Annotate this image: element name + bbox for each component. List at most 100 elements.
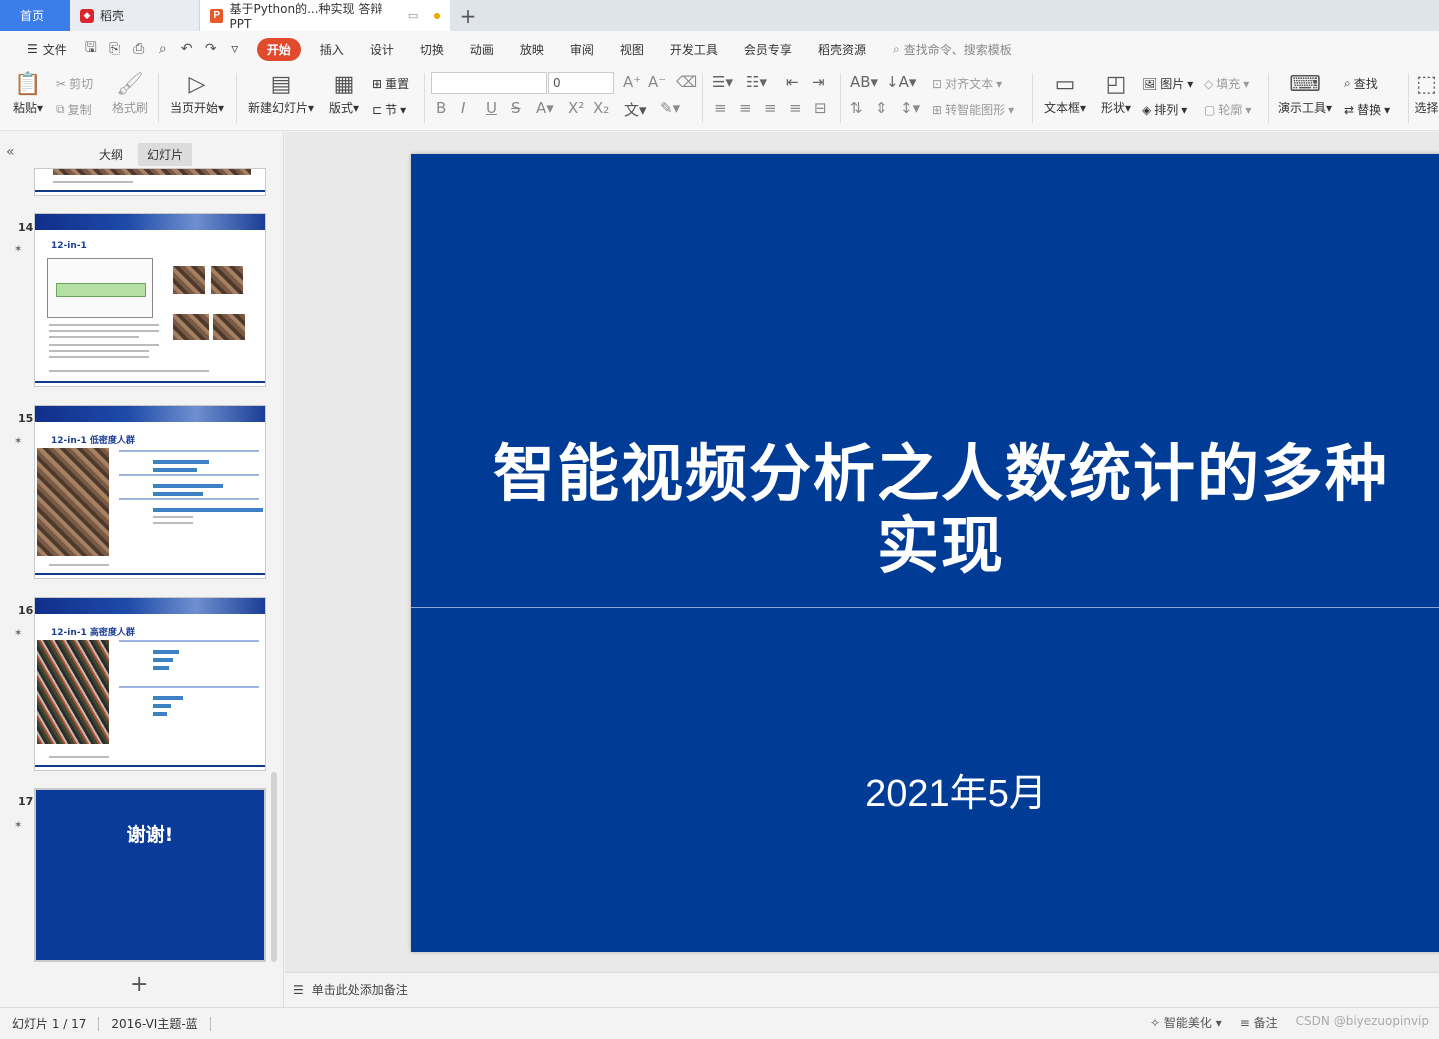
monitor-icon[interactable]: ▭ <box>408 9 418 22</box>
font-grow-icon[interactable]: A⁺ <box>623 73 641 91</box>
spacing-menu-icon[interactable]: ↕▾ <box>900 99 920 117</box>
slide-date[interactable]: 2021年5月 <box>761 762 1151 817</box>
thumb-footer-line <box>35 765 265 767</box>
copy-button[interactable]: ⧉ 复制 <box>56 101 92 118</box>
smart-beautify-button[interactable]: ✧ 智能美化 ▾ <box>1150 1014 1222 1031</box>
outline-button[interactable]: ▢ 轮廓 ▾ <box>1204 101 1251 118</box>
slide-panel: « 大纲 幻灯片 14 ✶ 12-in-1 15 ✶ 12-in-1 低密度人群 <box>0 132 284 1007</box>
menu-member[interactable]: 会员专享 <box>731 41 805 58</box>
line-spacing-icon[interactable]: ⇅ <box>850 99 863 117</box>
numbered-list-icon[interactable]: ☷▾ <box>746 73 767 91</box>
export-icon[interactable]: ⎘ <box>103 41 127 57</box>
theme-name[interactable]: 2016-VI主题-蓝 <box>99 1015 209 1032</box>
bullet-list-icon[interactable]: ☰▾ <box>712 73 733 91</box>
menu-animation[interactable]: 动画 <box>457 41 507 58</box>
align-left-icon[interactable]: ≡ <box>714 99 727 117</box>
arrange-button[interactable]: ◈ 排列 ▾ <box>1142 101 1187 118</box>
select-button[interactable]: ⬚ 选择 <box>1414 67 1439 116</box>
increase-indent-icon[interactable]: ⇥ <box>812 73 825 91</box>
tab-outline[interactable]: 大纲 <box>90 143 132 166</box>
command-search[interactable]: ⌕ 查找命令、搜索模板 <box>879 41 1012 58</box>
new-tab-button[interactable]: + <box>450 0 486 31</box>
tab-daoke[interactable]: ◆ 稻壳 <box>70 0 200 31</box>
thumb-text <box>49 330 159 332</box>
slide-thumbnail-16[interactable]: 12-in-1 高密度人群 <box>34 597 266 771</box>
slide-thumbnail-17[interactable]: 谢谢! <box>34 788 266 962</box>
slide-title[interactable]: 智能视频分析之人数统计的多种实现 <box>491 438 1391 582</box>
distribute-icon[interactable]: ⊟ <box>814 99 827 117</box>
layout-button[interactable]: ▦ 版式▾ <box>324 67 364 116</box>
justify-icon[interactable]: ≡ <box>789 99 802 117</box>
print-icon[interactable]: ⎙ <box>127 41 151 57</box>
format-painter-button[interactable]: 🖌 格式刷 <box>108 67 152 116</box>
menu-developer[interactable]: 开发工具 <box>657 41 731 58</box>
align-right-icon[interactable]: ≡ <box>764 99 777 117</box>
align-center-icon[interactable]: ≡ <box>739 99 752 117</box>
section-button[interactable]: ⊏ 节 ▾ <box>372 101 406 118</box>
menu-review[interactable]: 审阅 <box>557 41 607 58</box>
slide-thumbnail-13[interactable] <box>34 168 266 196</box>
decrease-indent-icon[interactable]: ⇤ <box>786 73 799 91</box>
picture-button[interactable]: 🖼 图片 ▾ <box>1142 75 1193 92</box>
play-from-current-button[interactable]: ▷ 当页开始▾ <box>166 67 228 116</box>
bold-icon[interactable]: B <box>436 99 446 117</box>
notes-toggle-icon: ≡ <box>1239 1016 1250 1030</box>
collapse-panel-icon[interactable]: « <box>6 144 15 160</box>
menu-daoke-resources[interactable]: 稻壳资源 <box>805 41 879 58</box>
text-direction-icon[interactable]: ↓A▾ <box>886 73 916 91</box>
menu-file[interactable]: ☰ 文件 <box>14 41 79 58</box>
clear-format-icon[interactable]: ⌫ <box>676 73 697 91</box>
italic-icon[interactable]: I <box>461 99 465 117</box>
redo-icon[interactable]: ↷ <box>199 41 223 57</box>
menu-transition[interactable]: 切换 <box>407 41 457 58</box>
paragraph-spacing-icon[interactable]: ⇕ <box>875 99 888 117</box>
clipboard-icon: 📋 <box>14 72 42 97</box>
strikethrough-icon[interactable]: S <box>511 99 521 117</box>
add-slide-button[interactable]: + <box>130 972 148 997</box>
slide-thumbnail-15[interactable]: 12-in-1 低密度人群 <box>34 405 266 579</box>
tab-home[interactable]: 首页 <box>0 0 70 31</box>
thumb-text <box>49 564 109 566</box>
superscript-icon[interactable]: X² <box>568 99 584 117</box>
new-slide-button[interactable]: ▤ 新建幻灯片▾ <box>244 67 318 116</box>
thumb-image <box>173 266 205 294</box>
preview-icon[interactable]: ⌕ <box>151 41 175 57</box>
menu-design[interactable]: 设计 <box>357 41 407 58</box>
fill-button[interactable]: ◇ 填充 ▾ <box>1204 75 1249 92</box>
slide-thumbnail-14[interactable]: 12-in-1 <box>34 213 266 387</box>
textbox-button[interactable]: ▭ 文本框▾ <box>1040 67 1090 116</box>
replace-button[interactable]: ⇄ 替换 ▾ <box>1344 101 1390 118</box>
slide-number-17: 17 <box>18 795 34 808</box>
menu-insert[interactable]: 插入 <box>307 41 357 58</box>
subscript-icon[interactable]: X₂ <box>593 99 609 117</box>
underline-icon[interactable]: U <box>486 99 497 117</box>
notes-toggle-button[interactable]: ≡ 备注 <box>1240 1014 1278 1031</box>
current-slide[interactable]: 智能视频分析之人数统计的多种实现 2021年5月 <box>411 154 1439 952</box>
panel-scrollbar[interactable] <box>271 772 277 962</box>
find-button[interactable]: ⌕ 查找 <box>1344 75 1378 92</box>
menu-slideshow[interactable]: 放映 <box>507 41 557 58</box>
menu-view[interactable]: 视图 <box>607 41 657 58</box>
reset-button[interactable]: ⊞ 重置 <box>372 75 409 92</box>
smart-shape-button[interactable]: ⊞ 转智能图形 ▾ <box>932 101 1014 118</box>
undo-icon[interactable]: ↶ <box>175 41 199 57</box>
phonetic-icon[interactable]: 文▾ <box>624 99 647 120</box>
font-family-select[interactable] <box>431 72 547 94</box>
tab-document[interactable]: P 基于Python的...种实现 答辩PPT ▭ <box>200 0 450 31</box>
menu-start[interactable]: 开始 <box>256 37 301 61</box>
highlight-icon[interactable]: ✎▾ <box>660 99 680 117</box>
font-size-select[interactable]: 0 <box>548 72 614 94</box>
save-icon[interactable]: 🖫 <box>79 37 103 61</box>
font-color-icon[interactable]: A▾ <box>536 99 554 117</box>
notes-bar[interactable]: ☰ 单击此处添加备注 <box>285 972 1439 1006</box>
paste-button[interactable]: 📋 粘贴▾ <box>8 67 48 116</box>
text-effect-icon[interactable]: AB▾ <box>850 73 878 91</box>
font-shrink-icon[interactable]: A⁻ <box>648 73 666 91</box>
align-text-button[interactable]: ⊡ 对齐文本 ▾ <box>932 75 1002 92</box>
tab-slides[interactable]: 幻灯片 <box>138 143 193 166</box>
shape-button[interactable]: ◰ 形状▾ <box>1096 67 1136 116</box>
cut-button[interactable]: ✂ 剪切 <box>56 75 93 92</box>
present-tools-button[interactable]: ⌨ 演示工具▾ <box>1276 67 1334 116</box>
customize-icon[interactable]: ▿ <box>223 41 247 57</box>
textbox-icon: ▭ <box>1054 72 1076 97</box>
